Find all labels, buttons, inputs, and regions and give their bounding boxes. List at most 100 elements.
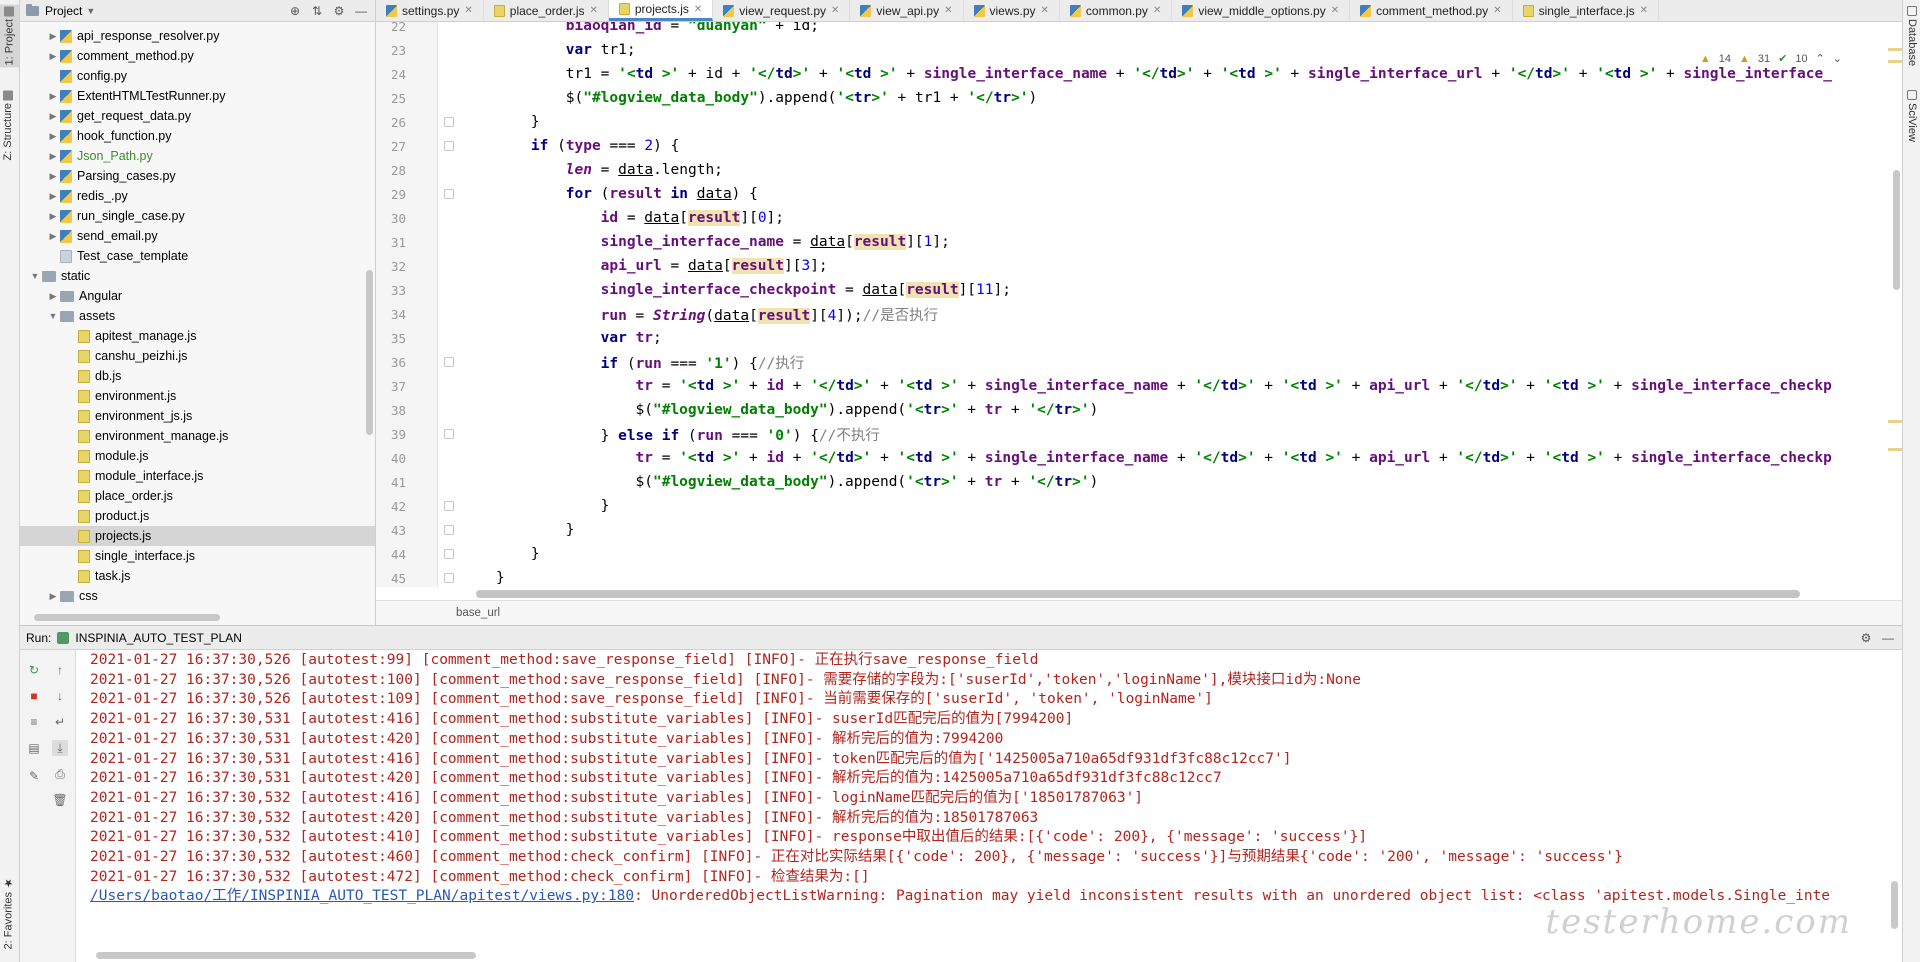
fold-marker-icon[interactable] [444, 141, 454, 151]
chevron-right-icon[interactable]: ▶ [46, 91, 60, 102]
fold-marker-icon[interactable] [444, 573, 454, 583]
chevron-right-icon[interactable]: ▶ [46, 291, 60, 302]
file-link[interactable]: /Users/baotao/工作/INSPINIA_AUTO_TEST_PLAN… [90, 888, 634, 904]
fold-marker-icon[interactable] [444, 549, 454, 559]
hide-panel-icon[interactable]: — [1880, 630, 1896, 646]
tree-item[interactable]: ▶ css [20, 586, 375, 606]
tree-item[interactable]: ▶ Angular [20, 286, 375, 306]
console-horizontal-scrollbar[interactable] [96, 952, 476, 959]
tree-item[interactable]: ▶ redis_.py [20, 186, 375, 206]
run-config-tab[interactable]: INSPINIA_AUTO_TEST_PLAN [75, 631, 242, 645]
tree-item[interactable]: ▶ comment_method.py [20, 46, 375, 66]
tree-item[interactable]: apitest_manage.js [20, 326, 375, 346]
tree-item[interactable]: ▶ hook_function.py [20, 126, 375, 146]
pin-icon[interactable]: ✎ [26, 768, 42, 784]
chevron-right-icon[interactable]: ▶ [46, 191, 60, 202]
hide-panel-icon[interactable]: — [353, 3, 369, 19]
chevron-right-icon[interactable]: ▶ [46, 151, 60, 162]
fold-marker-icon[interactable] [444, 189, 454, 199]
tree-item[interactable]: environment_manage.js [20, 426, 375, 446]
project-view-selector[interactable]: Project ▼ [45, 4, 95, 18]
tree-item[interactable]: ▶ ExtentHTMLTestRunner.py [20, 86, 375, 106]
fold-marker-icon[interactable] [444, 501, 454, 511]
close-icon[interactable]: ✕ [1153, 5, 1161, 16]
chevron-right-icon[interactable]: ▶ [46, 231, 60, 242]
close-icon[interactable]: ✕ [694, 4, 702, 15]
tree-item[interactable]: module.js [20, 446, 375, 466]
chevron-down-icon[interactable]: ▼ [28, 271, 42, 281]
editor-tab[interactable]: projects.js ✕ [608, 0, 714, 21]
arrow-down-icon[interactable]: ↓ [52, 688, 68, 704]
close-icon[interactable]: ✕ [464, 5, 472, 16]
chevron-right-icon[interactable]: ▶ [46, 51, 60, 62]
tree-item[interactable]: ▶ Json_Path.py [20, 146, 375, 166]
fold-marker-icon[interactable] [444, 117, 454, 127]
tree-item[interactable]: ▶ run_single_case.py [20, 206, 375, 226]
project-tree-horizontal-scrollbar[interactable] [34, 614, 220, 621]
chevron-down-icon[interactable]: ⌄ [1833, 52, 1842, 65]
favorites-tool-tab[interactable]: 2: Favorites ★ [2, 876, 16, 949]
tree-item[interactable]: ▶ get_request_data.py [20, 106, 375, 126]
project-tree-vertical-scrollbar[interactable] [366, 270, 373, 435]
gear-icon[interactable]: ⚙ [331, 3, 347, 19]
chevron-right-icon[interactable]: ▶ [46, 111, 60, 122]
close-icon[interactable]: ✕ [1041, 5, 1049, 16]
tree-item[interactable]: db.js [20, 366, 375, 386]
arrow-up-icon[interactable]: ↑ [52, 662, 68, 678]
chevron-right-icon[interactable]: ▶ [46, 211, 60, 222]
collapse-all-icon[interactable]: ⇅ [309, 3, 325, 19]
chevron-right-icon[interactable]: ▶ [46, 591, 60, 602]
editor-tab[interactable]: settings.py ✕ [376, 0, 484, 21]
tree-item[interactable]: ▼ static [20, 266, 375, 286]
trash-icon[interactable]: 🗑 [52, 792, 68, 808]
editor-tab[interactable]: place_order.js ✕ [484, 0, 609, 21]
gear-icon[interactable]: ⚙ [1858, 630, 1874, 646]
database-tool-tab[interactable]: Database [1906, 6, 1918, 66]
tree-item[interactable]: projects.js [20, 526, 375, 546]
code-area[interactable]: 22 biaoqian_id = "duanyan" + id; 23 var tr1… [376, 22, 1902, 587]
chevron-right-icon[interactable]: ▶ [46, 171, 60, 182]
print-icon[interactable]: ⎙ [52, 766, 68, 782]
breadcrumb[interactable]: base_url [456, 607, 500, 619]
editor-horizontal-scrollbar[interactable] [476, 590, 1800, 598]
editor-tab[interactable]: views.py ✕ [964, 0, 1060, 21]
close-icon[interactable]: ✕ [1493, 5, 1501, 16]
stop-icon[interactable]: ■ [26, 688, 42, 704]
tree-item[interactable]: ▼ assets [20, 306, 375, 326]
tree-item[interactable]: environment.js [20, 386, 375, 406]
chevron-right-icon[interactable]: ▶ [46, 131, 60, 142]
close-icon[interactable]: ✕ [831, 5, 839, 16]
scroll-to-end-icon[interactable]: ⤓ [52, 740, 68, 756]
fold-marker-icon[interactable] [444, 429, 454, 439]
rerun-icon[interactable]: ↻ [26, 662, 42, 678]
tree-item[interactable]: module_interface.js [20, 466, 375, 486]
tree-item[interactable]: product.js [20, 506, 375, 526]
fold-marker-icon[interactable] [444, 525, 454, 535]
locate-file-icon[interactable]: ⊕ [287, 3, 303, 19]
chevron-right-icon[interactable]: ▶ [46, 31, 60, 42]
sciview-tool-tab[interactable]: SciView [1906, 90, 1918, 142]
tree-item[interactable]: ▶ send_email.py [20, 226, 375, 246]
editor-tab[interactable]: single_interface.js ✕ [1513, 0, 1660, 21]
close-icon[interactable]: ✕ [1331, 5, 1339, 16]
tree-item[interactable]: task.js [20, 566, 375, 586]
tree-item[interactable]: canshu_peizhi.js [20, 346, 375, 366]
editor-tab[interactable]: view_middle_options.py ✕ [1172, 0, 1351, 21]
editor-tab[interactable]: view_request.py ✕ [713, 0, 851, 21]
chevron-down-icon[interactable]: ▼ [46, 311, 60, 321]
editor-tab[interactable]: view_api.py ✕ [850, 0, 964, 21]
chevron-up-icon[interactable]: ⌃ [1816, 52, 1825, 65]
structure-tool-tab[interactable]: Z: Structure [2, 90, 14, 160]
console-vertical-scrollbar[interactable] [1891, 881, 1898, 929]
tree-item[interactable]: ▶ api_response_resolver.py [20, 26, 375, 46]
fold-marker-icon[interactable] [444, 357, 454, 367]
tree-item[interactable]: config.py [20, 66, 375, 86]
tree-item[interactable]: single_interface.js [20, 546, 375, 566]
editor-tab[interactable]: comment_method.py ✕ [1350, 0, 1513, 21]
soft-wrap-icon[interactable]: ↵ [52, 714, 68, 730]
wrap-icon[interactable]: ≡ [26, 714, 42, 730]
tree-item[interactable]: ▶ Parsing_cases.py [20, 166, 375, 186]
close-icon[interactable]: ✕ [589, 5, 597, 16]
tree-item[interactable]: Test_case_template [20, 246, 375, 266]
inspection-widget[interactable]: ▲ 14 ▲ 31 ✔ 10 ⌃ ⌄ [1700, 52, 1842, 66]
